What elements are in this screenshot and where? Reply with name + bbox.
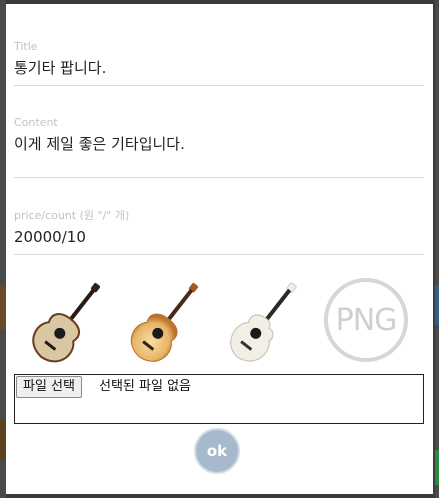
guitar-icon — [32, 282, 101, 363]
price-label: price/count (원 "/" 개) — [14, 209, 130, 222]
image-preview-row: PNG — [6, 272, 433, 372]
png-placeholder-icon[interactable]: PNG — [324, 278, 408, 362]
guitar-image[interactable] — [20, 272, 116, 372]
title-input[interactable]: 통기타 팝니다. — [14, 58, 424, 78]
title-field[interactable]: Title 통기타 팝니다. — [14, 40, 424, 88]
guitar-image[interactable] — [216, 272, 312, 372]
guitar-image[interactable] — [118, 272, 214, 372]
title-underline — [14, 85, 424, 86]
file-upload-box[interactable]: 파일 선택 선택된 파일 없음 — [14, 374, 424, 424]
title-label: Title — [14, 40, 38, 53]
png-placeholder-text: PNG — [335, 302, 398, 338]
post-form-modal: Title 통기타 팝니다. Content 이게 제일 좋은 기타입니다. p… — [6, 4, 433, 494]
backdrop-right — [435, 0, 439, 498]
ok-button-label: ok — [206, 442, 228, 460]
price-field[interactable]: price/count (원 "/" 개) 20000/10 — [14, 209, 424, 257]
content-input[interactable]: 이게 제일 좋은 기타입니다. — [14, 134, 424, 154]
ok-button[interactable]: ok — [194, 428, 240, 474]
file-select-button[interactable]: 파일 선택 — [16, 376, 82, 398]
guitar-icon — [130, 282, 199, 362]
content-underline — [14, 177, 424, 178]
content-label: Content — [14, 116, 58, 129]
file-status-text: 선택된 파일 없음 — [99, 379, 191, 394]
content-field[interactable]: Content 이게 제일 좋은 기타입니다. — [14, 116, 424, 178]
backdrop-image — [435, 450, 439, 485]
backdrop-image — [435, 285, 439, 325]
price-underline — [14, 254, 424, 255]
price-input[interactable]: 20000/10 — [14, 227, 424, 247]
guitar-icon — [230, 282, 297, 362]
